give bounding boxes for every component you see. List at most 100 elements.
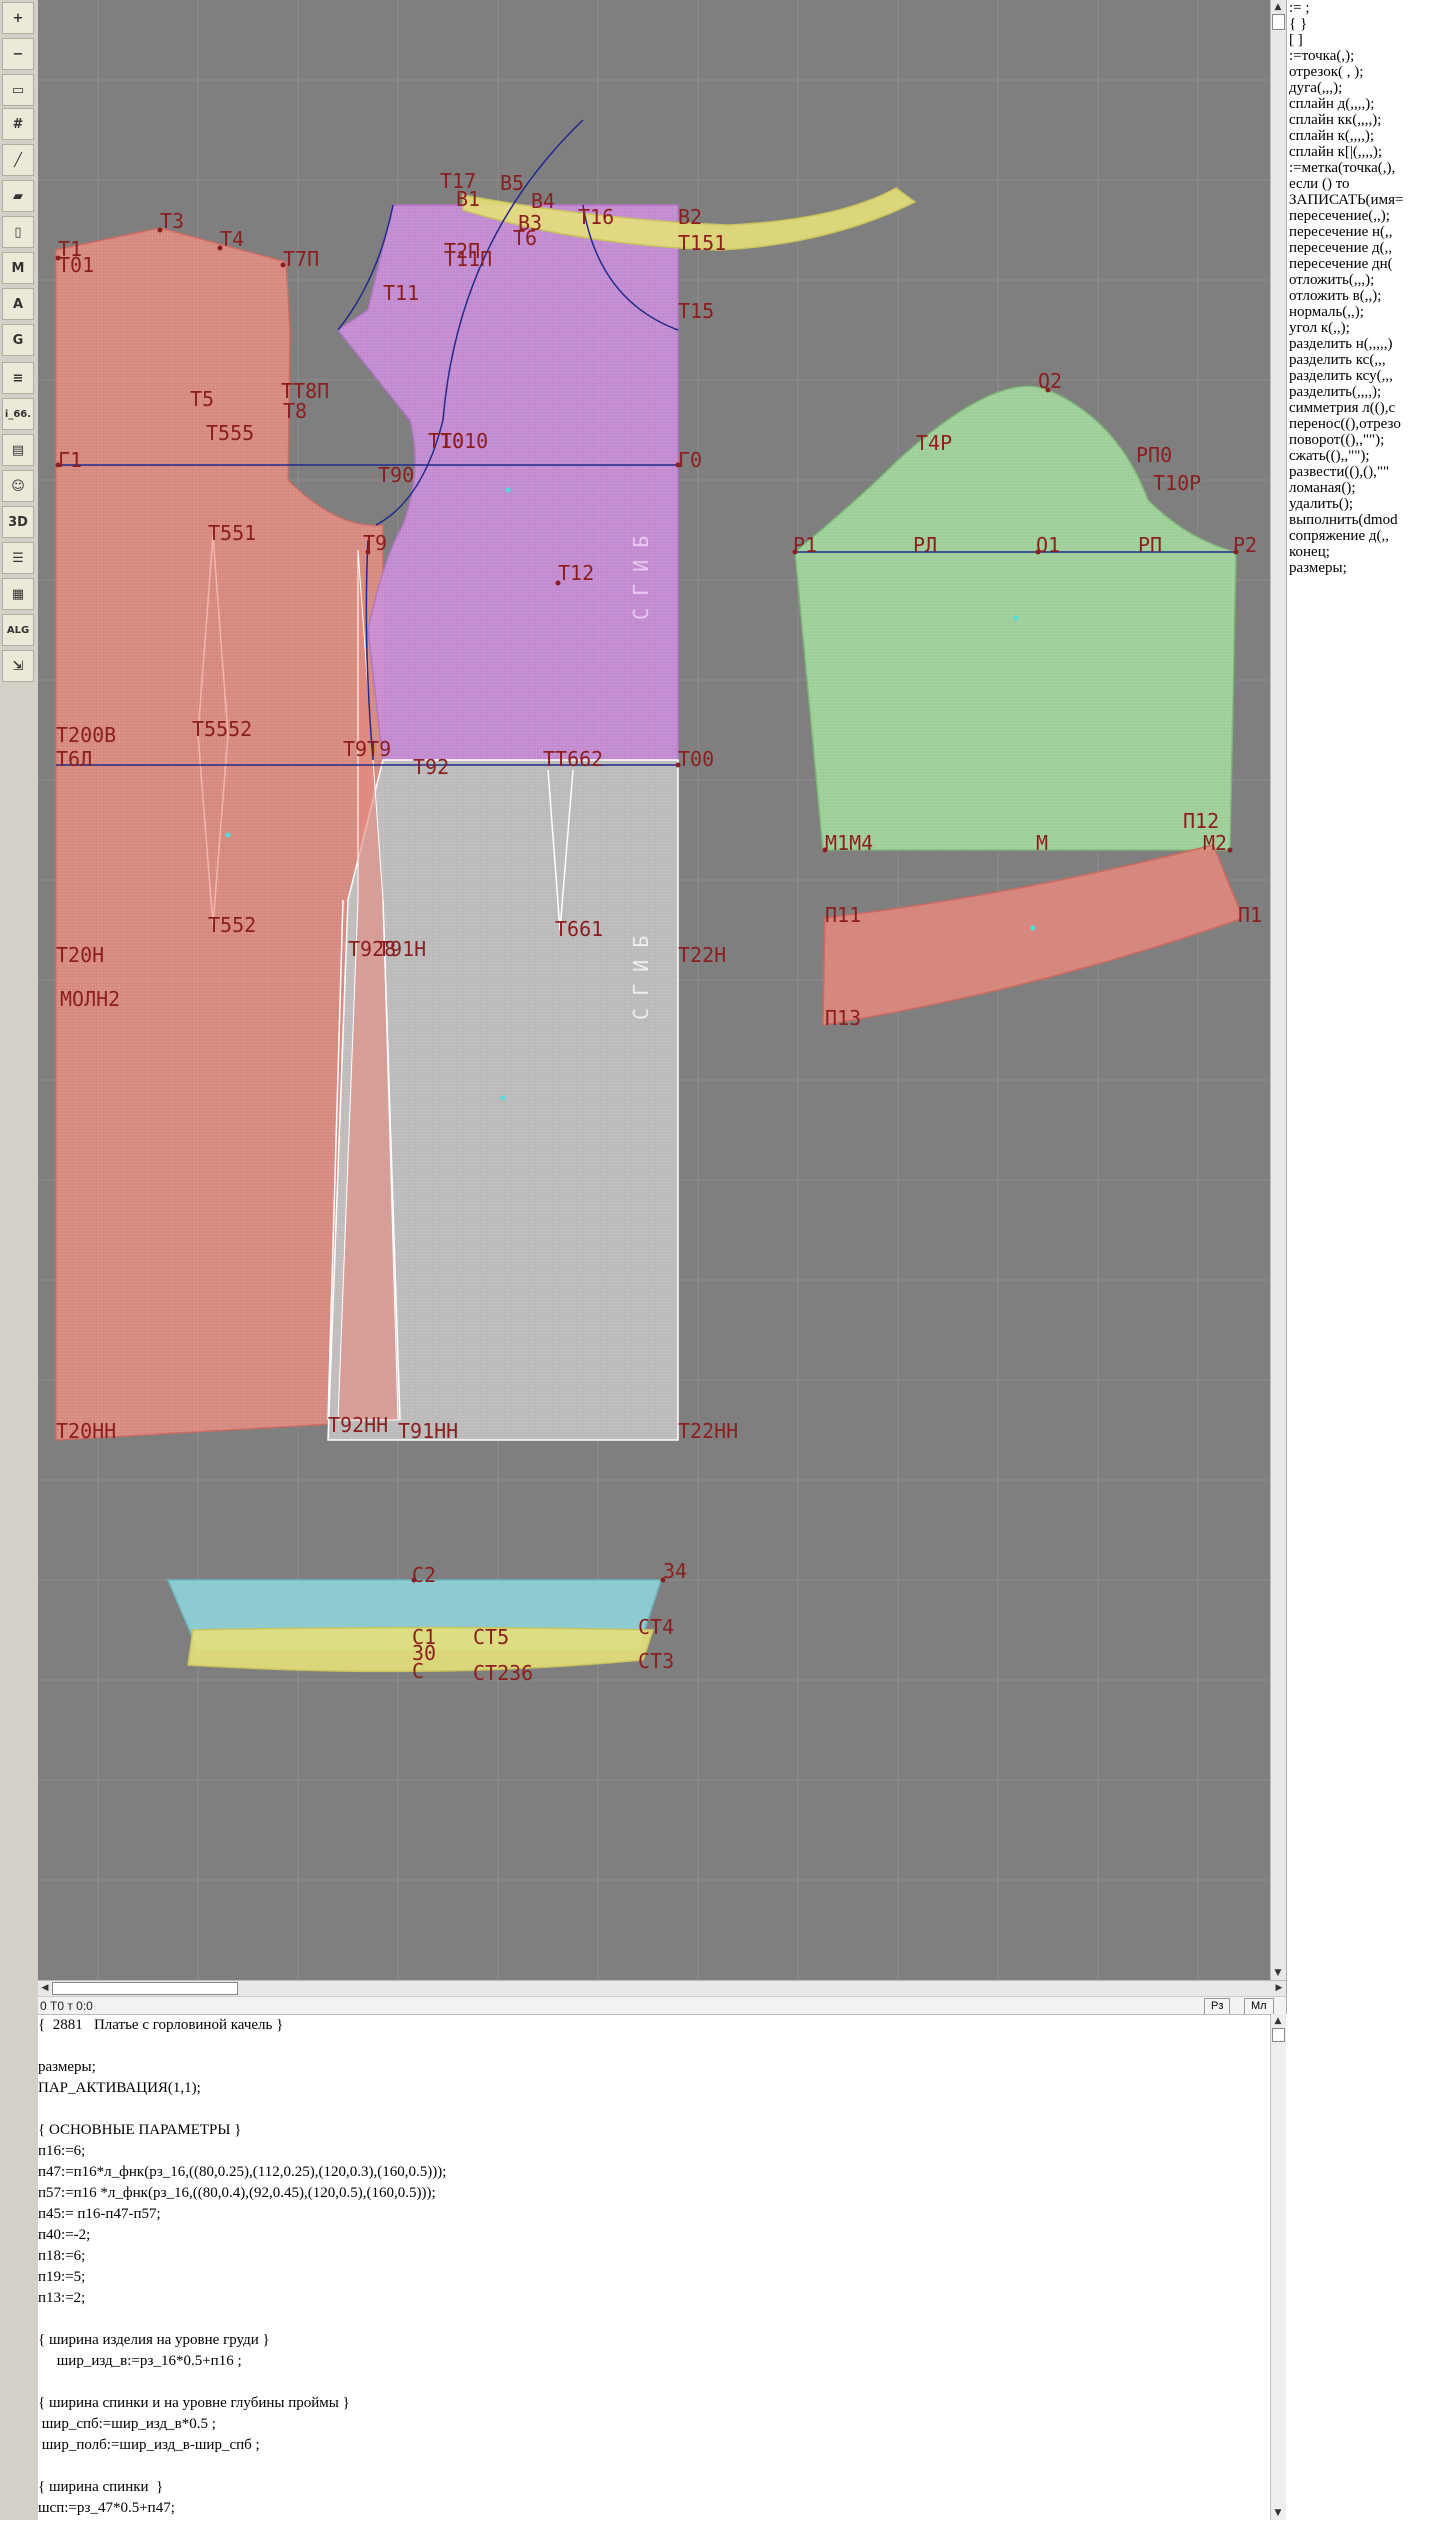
scroll-right-icon[interactable]: ▶: [1272, 1981, 1286, 1995]
editor-line[interactable]: [38, 2309, 1270, 2330]
export-icon[interactable]: ⇲: [2, 650, 34, 682]
command-item[interactable]: выполнить(dmod: [1287, 512, 1440, 528]
command-item[interactable]: отрезок( , );: [1287, 64, 1440, 80]
3d-tool-icon[interactable]: 3D: [2, 506, 34, 538]
vertical-scroll-thumb[interactable]: [1272, 14, 1285, 30]
book-icon[interactable]: ▰: [2, 180, 34, 212]
grid-icon[interactable]: #: [2, 108, 34, 140]
editor-line[interactable]: шир_полб:=шир_изд_в-шир_спб ;: [38, 2435, 1270, 2456]
command-item[interactable]: поворот((),,"");: [1287, 432, 1440, 448]
editor-line[interactable]: шир_изд_в:=рз_16*0.5+п16 ;: [38, 2351, 1270, 2372]
command-item[interactable]: удалить();: [1287, 496, 1440, 512]
scroll-left-icon[interactable]: ◀: [38, 1981, 52, 1995]
command-item[interactable]: разделить ксу(,,,: [1287, 368, 1440, 384]
command-item[interactable]: { }: [1287, 16, 1440, 32]
command-item[interactable]: разделить кс(,,,: [1287, 352, 1440, 368]
command-item[interactable]: конец;: [1287, 544, 1440, 560]
editor-line[interactable]: п16:=6;: [38, 2141, 1270, 2162]
fold-label-bodice: С Г И Б: [629, 536, 653, 620]
editor-line[interactable]: [38, 2036, 1270, 2057]
command-item[interactable]: ЗАПИСАТЬ(имя=: [1287, 192, 1440, 208]
layers-icon[interactable]: ▦: [2, 578, 34, 610]
command-item[interactable]: отложить в(,,);: [1287, 288, 1440, 304]
command-item[interactable]: дуга(,,,);: [1287, 80, 1440, 96]
scroll-down-icon[interactable]: ▼: [1271, 1966, 1285, 1980]
command-item[interactable]: сопряжение д(,,: [1287, 528, 1440, 544]
scroll-up-icon[interactable]: ▲: [1271, 0, 1285, 14]
command-item[interactable]: [ ]: [1287, 32, 1440, 48]
zoom-out-icon[interactable]: −: [2, 38, 34, 70]
editor-line[interactable]: [38, 2456, 1270, 2477]
editor-line[interactable]: п45:= п16-п47-п57;: [38, 2204, 1270, 2225]
notebook-icon[interactable]: ▯: [2, 216, 34, 248]
editor-line[interactable]: { ширина спинки и на уровне глубины прой…: [38, 2393, 1270, 2414]
rz-button[interactable]: Рз: [1204, 1998, 1231, 2015]
command-item[interactable]: := ;: [1287, 0, 1440, 16]
editor-vertical-scrollbar[interactable]: ▲ ▼: [1270, 2014, 1287, 2520]
editor-line[interactable]: { ширина спинки }: [38, 2477, 1270, 2498]
horizontal-scroll-thumb[interactable]: [52, 1982, 238, 1995]
measure-icon[interactable]: ≡: [2, 362, 34, 394]
command-item[interactable]: перенос((),отрезо: [1287, 416, 1440, 432]
command-item[interactable]: пересечение дн(: [1287, 256, 1440, 272]
page-icon[interactable]: ▤: [2, 434, 34, 466]
command-item[interactable]: симметрия л((),с: [1287, 400, 1440, 416]
editor-line[interactable]: шир_спб:=шир_изд_в*0.5 ;: [38, 2414, 1270, 2435]
text-tool-icon[interactable]: A: [2, 288, 34, 320]
editor-line[interactable]: п18:=6;: [38, 2246, 1270, 2267]
svg-text:Т555: Т555: [206, 421, 254, 445]
editor-line[interactable]: ПАР_АКТИВАЦИЯ(1,1);: [38, 2078, 1270, 2099]
editor-scroll-up-icon[interactable]: ▲: [1271, 2014, 1285, 2028]
command-item[interactable]: разделить(,,,,);: [1287, 384, 1440, 400]
list-tool-icon[interactable]: ☰: [2, 542, 34, 574]
drawing-canvas[interactable]: С Г И Б С Г И Б Т1 Т01 Т3 Т4 Т7П Т5 ТТ8П Т8 …: [38, 0, 1270, 1980]
command-item[interactable]: размеры;: [1287, 560, 1440, 576]
editor-line[interactable]: п19:=5;: [38, 2267, 1270, 2288]
command-item[interactable]: сплайн к[|(,,,,);: [1287, 144, 1440, 160]
line-tool-icon[interactable]: ╱: [2, 144, 34, 176]
editor-line[interactable]: п13:=2;: [38, 2288, 1270, 2309]
alg-tool-icon[interactable]: ALG: [2, 614, 34, 646]
i66-tool-icon[interactable]: i_66.: [2, 398, 34, 430]
command-item[interactable]: если () то: [1287, 176, 1440, 192]
command-item[interactable]: нормаль(,,);: [1287, 304, 1440, 320]
command-item[interactable]: отложить(,,,);: [1287, 272, 1440, 288]
canvas-vertical-scrollbar[interactable]: ▲ ▼: [1270, 0, 1287, 1980]
m-tool-icon[interactable]: M: [2, 252, 34, 284]
sleeve-cuff-piece[interactable]: [822, 844, 1244, 1026]
command-item[interactable]: ломаная();: [1287, 480, 1440, 496]
editor-scroll-down-icon[interactable]: ▼: [1271, 2506, 1285, 2520]
command-item[interactable]: пересечение(,,);: [1287, 208, 1440, 224]
command-item[interactable]: :=точка(,);: [1287, 48, 1440, 64]
pattern-piece-icon[interactable]: ▭: [2, 74, 34, 106]
command-item[interactable]: сжать((),,"");: [1287, 448, 1440, 464]
avatar-icon[interactable]: ☺: [2, 470, 34, 502]
editor-line[interactable]: { ширина изделия на уровне груди }: [38, 2330, 1270, 2351]
command-item[interactable]: пересечение д(,,: [1287, 240, 1440, 256]
command-item[interactable]: :=метка(точка(,),: [1287, 160, 1440, 176]
editor-line[interactable]: п57:=п16 *л_фнк(рз_16,((80,0.4),(92,0.45…: [38, 2183, 1270, 2204]
editor-line[interactable]: п47:=п16*л_фнк(рз_16,((80,0.25),(112,0.2…: [38, 2162, 1270, 2183]
editor-line[interactable]: размеры;: [38, 2057, 1270, 2078]
editor-line[interactable]: п40:=-2;: [38, 2225, 1270, 2246]
command-item[interactable]: сплайн д(,,,,);: [1287, 96, 1440, 112]
canvas-horizontal-scrollbar[interactable]: ◀ ▶: [38, 1980, 1286, 1997]
command-item[interactable]: развести((),(),"": [1287, 464, 1440, 480]
g-tool-icon[interactable]: G: [2, 324, 34, 356]
script-editor[interactable]: { 2881 Платье с горловиной качель } разме…: [38, 2014, 1270, 2521]
command-item[interactable]: сплайн к(,,,,);: [1287, 128, 1440, 144]
editor-line[interactable]: { ОСНОВНЫЕ ПАРАМЕТРЫ }: [38, 2120, 1270, 2141]
editor-scroll-thumb[interactable]: [1272, 2028, 1285, 2042]
zoom-in-icon[interactable]: +: [2, 2, 34, 34]
command-item[interactable]: сплайн кк(,,,,);: [1287, 112, 1440, 128]
command-item[interactable]: разделить н(,,,,,): [1287, 336, 1440, 352]
editor-line[interactable]: шсп:=рз_47*0.5+п47;: [38, 2498, 1270, 2519]
ml-button[interactable]: Мл: [1244, 1998, 1274, 2015]
editor-line[interactable]: [38, 2099, 1270, 2120]
editor-line[interactable]: { 2881 Платье с горловиной качель }: [38, 2015, 1270, 2036]
command-snippet-list[interactable]: := ;{ }[ ]:=точка(,); отрезок( , ); дуга(,…: [1286, 0, 1440, 2014]
command-item[interactable]: пересечение н(,,: [1287, 224, 1440, 240]
editor-line[interactable]: [38, 2372, 1270, 2393]
pattern-drawing[interactable]: С Г И Б С Г И Б Т1Т01 Т3Т4 Т7ПТ5 ТТ8ПТ8 …: [38, 0, 1270, 1980]
command-item[interactable]: угол к(,,);: [1287, 320, 1440, 336]
